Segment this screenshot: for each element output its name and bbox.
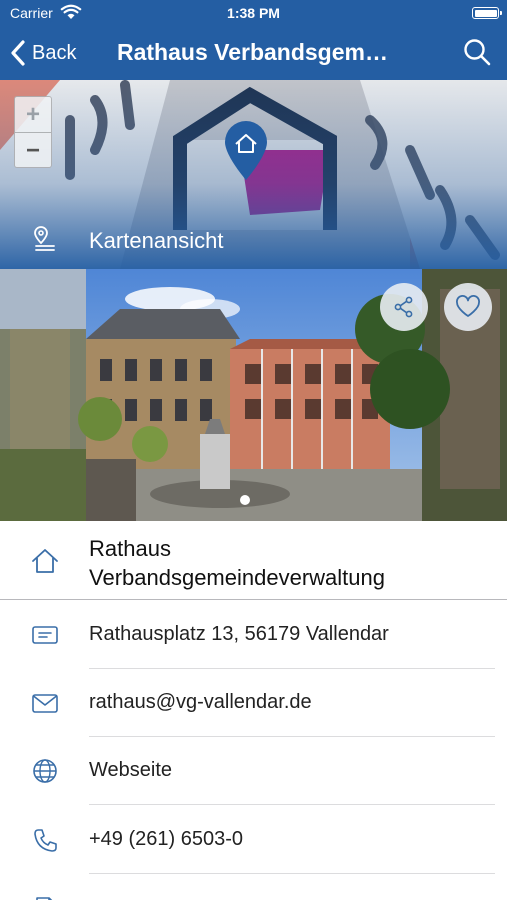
chevron-left-icon: [11, 40, 25, 66]
share-icon: [394, 296, 413, 318]
zoom-out-button[interactable]: −: [15, 133, 51, 169]
place-name-row: Rathaus Verbandsgemeindeverwaltung: [0, 521, 507, 600]
map-preview[interactable]: + − Kartenansicht: [0, 80, 507, 269]
page-title: Rathaus Verbandsgemeindeverwaltung: [117, 39, 397, 65]
address-row[interactable]: Rathausplatz 13, 56179 Vallendar: [0, 601, 507, 669]
more-row[interactable]: [0, 874, 507, 900]
app-header: Carrier 1:38 PM Back Rathaus Verbandsgem…: [0, 0, 507, 80]
zoom-in-button[interactable]: +: [15, 97, 51, 133]
row-divider: [89, 804, 495, 805]
back-button[interactable]: Back: [10, 38, 76, 68]
map-view-link[interactable]: Kartenansicht: [0, 212, 507, 269]
navigation-bar: Back Rathaus Verbandsgemeindeverwaltung: [0, 26, 507, 80]
website-link: Webseite: [89, 759, 173, 781]
place-name: Rathaus Verbandsgemeindeverwaltung: [89, 534, 489, 592]
map-zoom-control: + −: [14, 96, 52, 168]
map-view-label: Kartenansicht: [89, 228, 224, 253]
place-name-line2: Verbandsgemeindeverwaltung: [89, 565, 385, 590]
share-button[interactable]: [380, 283, 428, 331]
website-row[interactable]: Webseite: [0, 737, 507, 805]
location-pin-icon[interactable]: [221, 120, 271, 182]
battery-icon: [472, 7, 502, 19]
address-card-icon: [32, 626, 58, 644]
carousel-page-indicator: [240, 495, 250, 505]
document-icon: [36, 897, 53, 900]
email-row[interactable]: rathaus@vg-vallendar.de: [0, 669, 507, 737]
phone-row[interactable]: +49 (261) 6503-0: [0, 806, 507, 874]
status-bar: Carrier 1:38 PM: [0, 0, 507, 26]
clock: 1:38 PM: [227, 5, 280, 21]
phone-number: +49 (261) 6503-0: [89, 828, 244, 850]
mail-icon: [32, 694, 58, 713]
search-icon[interactable]: [463, 38, 491, 66]
back-label: Back: [32, 41, 77, 64]
email-link: rathaus@vg-vallendar.de: [89, 691, 312, 713]
map-marker-icon: [34, 226, 55, 251]
heart-icon: [456, 295, 480, 317]
favorite-button[interactable]: [444, 283, 492, 331]
building-photo: [0, 269, 507, 521]
photo-carousel[interactable]: [0, 269, 507, 521]
place-name-line1: Rathaus: [89, 536, 171, 561]
phone-icon: [34, 829, 57, 852]
address-text: Rathausplatz 13, 56179 Vallendar: [89, 623, 389, 645]
home-icon: [32, 549, 58, 573]
globe-icon: [33, 759, 57, 783]
